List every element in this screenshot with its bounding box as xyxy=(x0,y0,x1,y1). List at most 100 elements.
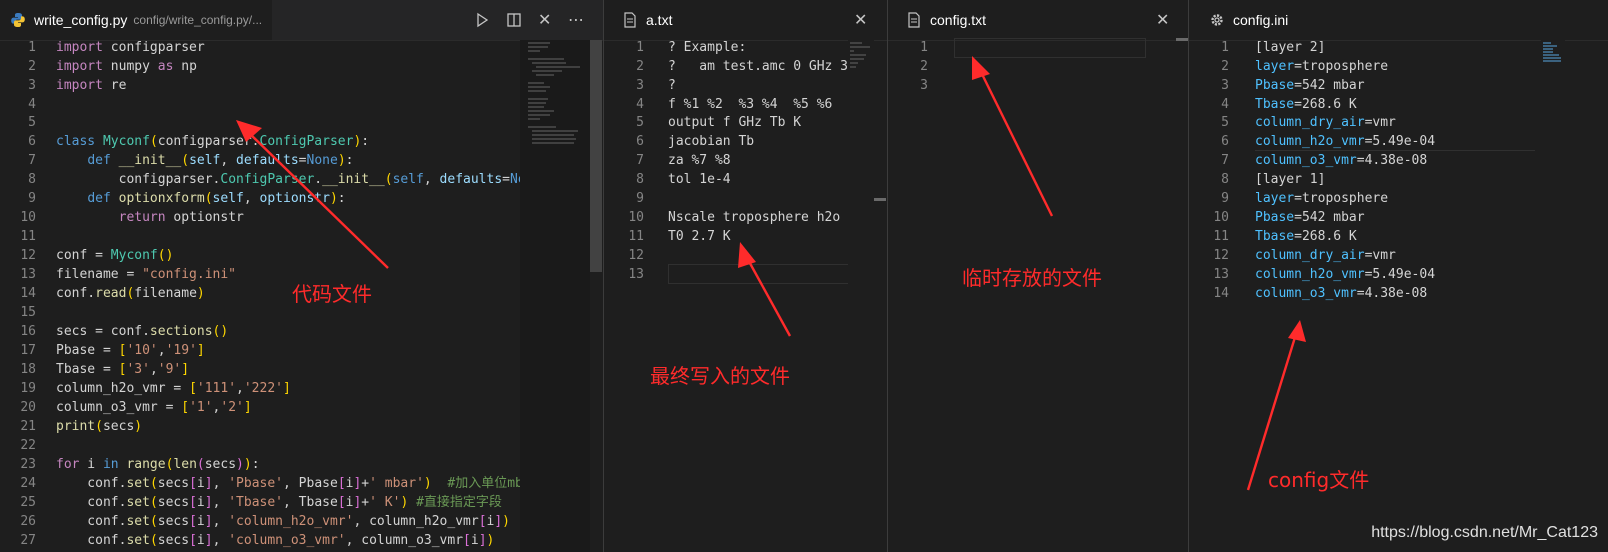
line-number: 9 xyxy=(1221,191,1229,206)
line-number: 3 xyxy=(636,78,644,93)
code-line: column_o3_vmr = ['1','2'] xyxy=(56,400,252,415)
code-line: f %1 %2 %3 %4 %5 %6 xyxy=(668,97,833,112)
line-number: 12 xyxy=(20,248,36,263)
line-number: 25 xyxy=(20,495,36,510)
line-number: 13 xyxy=(1213,267,1229,282)
line-number: 3 xyxy=(1221,78,1229,93)
code-line: conf.set(secs[i], 'Tbase', Tbase[i]+' K'… xyxy=(56,495,502,510)
gear-icon xyxy=(1209,12,1225,28)
code-line: column_h2o_vmr = ['111','222'] xyxy=(56,381,291,396)
code-line: secs = conf.sections() xyxy=(56,324,229,339)
close-icon[interactable]: ✕ xyxy=(1156,12,1169,28)
tab-label: config.ini xyxy=(1233,12,1289,28)
line-number: 3 xyxy=(28,78,36,93)
tab-a-txt[interactable]: a.txt xyxy=(604,0,887,40)
code-line: conf = Myconf() xyxy=(56,248,174,263)
code-line: column_o3_vmr=4.38e-08 xyxy=(1255,153,1428,168)
line-number: 1 xyxy=(920,40,928,55)
split-editor-icon[interactable] xyxy=(506,12,522,31)
code-line: layer=troposphere xyxy=(1255,191,1389,206)
tab-label: write_config.py xyxy=(34,12,128,28)
line-number: 7 xyxy=(1221,153,1229,168)
line-number: 9 xyxy=(28,191,36,206)
code-line: Tbase=268.6 K xyxy=(1255,97,1357,112)
code-line: conf.set(secs[i], 'column_h2o_vmr', colu… xyxy=(56,514,510,529)
line-number: 10 xyxy=(628,210,644,225)
annotation-temp-file: 临时存放的文件 xyxy=(962,266,1102,290)
more-actions-icon[interactable]: ⋯ xyxy=(568,12,584,28)
line-number: 4 xyxy=(1221,97,1229,112)
line-number: 12 xyxy=(1213,248,1229,263)
code-line: tol 1e-4 xyxy=(668,172,731,187)
line-number: 27 xyxy=(20,533,36,548)
tab-bar: write_config.py config/write_config.py/.… xyxy=(0,0,603,41)
line-number: 6 xyxy=(636,134,644,149)
minimap[interactable] xyxy=(848,40,874,552)
code-line: configparser.ConfigParser.__init__(self,… xyxy=(56,172,542,187)
tab-config-ini[interactable]: config.ini xyxy=(1189,0,1608,40)
line-number: 2 xyxy=(28,59,36,74)
scrollbar-horizontal-marker[interactable] xyxy=(874,198,886,201)
line-number: 24 xyxy=(20,476,36,491)
code-line: for i in range(len(secs)): xyxy=(56,457,260,472)
line-number: 6 xyxy=(1221,134,1229,149)
line-number: 5 xyxy=(28,115,36,130)
tab-path: config/write_config.py/... xyxy=(133,13,263,27)
code-line: column_h2o_vmr=5.49e-04 xyxy=(1255,267,1436,282)
line-number: 2 xyxy=(920,59,928,74)
tab-bar: config.txt ✕ xyxy=(888,0,1188,41)
close-icon[interactable]: ✕ xyxy=(538,12,551,28)
line-number: 1 xyxy=(28,40,36,55)
line-number: 5 xyxy=(1221,115,1229,130)
line-number: 20 xyxy=(20,400,36,415)
line-number: 11 xyxy=(628,229,644,244)
line-number: 1 xyxy=(1221,40,1229,55)
annotation-code-file: 代码文件 xyxy=(292,282,372,306)
line-number: 4 xyxy=(28,97,36,112)
line-number: 7 xyxy=(28,153,36,168)
line-number: 10 xyxy=(1213,210,1229,225)
line-number: 8 xyxy=(28,172,36,187)
code-line: column_dry_air=vmr xyxy=(1255,248,1396,263)
code-line: Tbase = ['3','9'] xyxy=(56,362,190,377)
file-icon xyxy=(906,12,922,28)
code-line: import configparser xyxy=(56,40,205,55)
line-number: 8 xyxy=(636,172,644,187)
code-line: column_dry_air=vmr xyxy=(1255,115,1396,130)
code-line: ? am test.amc 0 GHz 30 xyxy=(668,59,856,74)
run-icon[interactable] xyxy=(474,12,490,31)
code-line: import numpy as np xyxy=(56,59,197,74)
code-line: output f GHz Tb K xyxy=(668,115,802,130)
minimap[interactable] xyxy=(520,40,590,552)
scrollbar-vertical[interactable] xyxy=(590,40,602,272)
code-line: def __init__(self, defaults=None): xyxy=(87,153,354,168)
code-line: column_h2o_vmr=5.49e-04 xyxy=(1255,134,1436,149)
close-icon[interactable]: ✕ xyxy=(854,12,867,28)
code-line: conf.read(filename) xyxy=(56,286,205,301)
tab-config-txt[interactable]: config.txt xyxy=(888,0,1188,40)
code-line: ? xyxy=(668,78,676,93)
code-line: za %7 %8 xyxy=(668,153,731,168)
code-line: Pbase = ['10','19'] xyxy=(56,343,205,358)
line-number: 23 xyxy=(20,457,36,472)
code-line: return optionstr xyxy=(118,210,244,225)
line-number: 5 xyxy=(636,115,644,130)
annotation-final-file: 最终写入的文件 xyxy=(650,364,790,388)
line-number: 13 xyxy=(628,267,644,282)
code-line: jacobian Tb xyxy=(668,134,755,149)
tab-bar: config.ini xyxy=(1189,0,1608,41)
editor-a-txt: a.txt ✕ 1 ? Example: 2 ? am test.amc 0 GHz… xyxy=(604,0,887,552)
line-number: 4 xyxy=(636,97,644,112)
watermark: https://blog.csdn.net/Mr_Cat123 xyxy=(1371,524,1598,541)
code-line: T0 2.7 K xyxy=(668,229,731,244)
line-number: 22 xyxy=(20,438,36,453)
code-line: layer=troposphere xyxy=(1255,59,1389,74)
line-number: 15 xyxy=(20,305,36,320)
minimap[interactable] xyxy=(1541,40,1565,80)
tab-write-config[interactable]: write_config.py config/write_config.py/.… xyxy=(0,0,273,40)
code-line: conf.set(secs[i], 'Pbase', Pbase[i]+' mb… xyxy=(56,476,539,491)
line-number: 17 xyxy=(20,343,36,358)
python-icon xyxy=(10,12,26,28)
line-number: 26 xyxy=(20,514,36,529)
scrollbar-vertical[interactable] xyxy=(1176,38,1188,41)
